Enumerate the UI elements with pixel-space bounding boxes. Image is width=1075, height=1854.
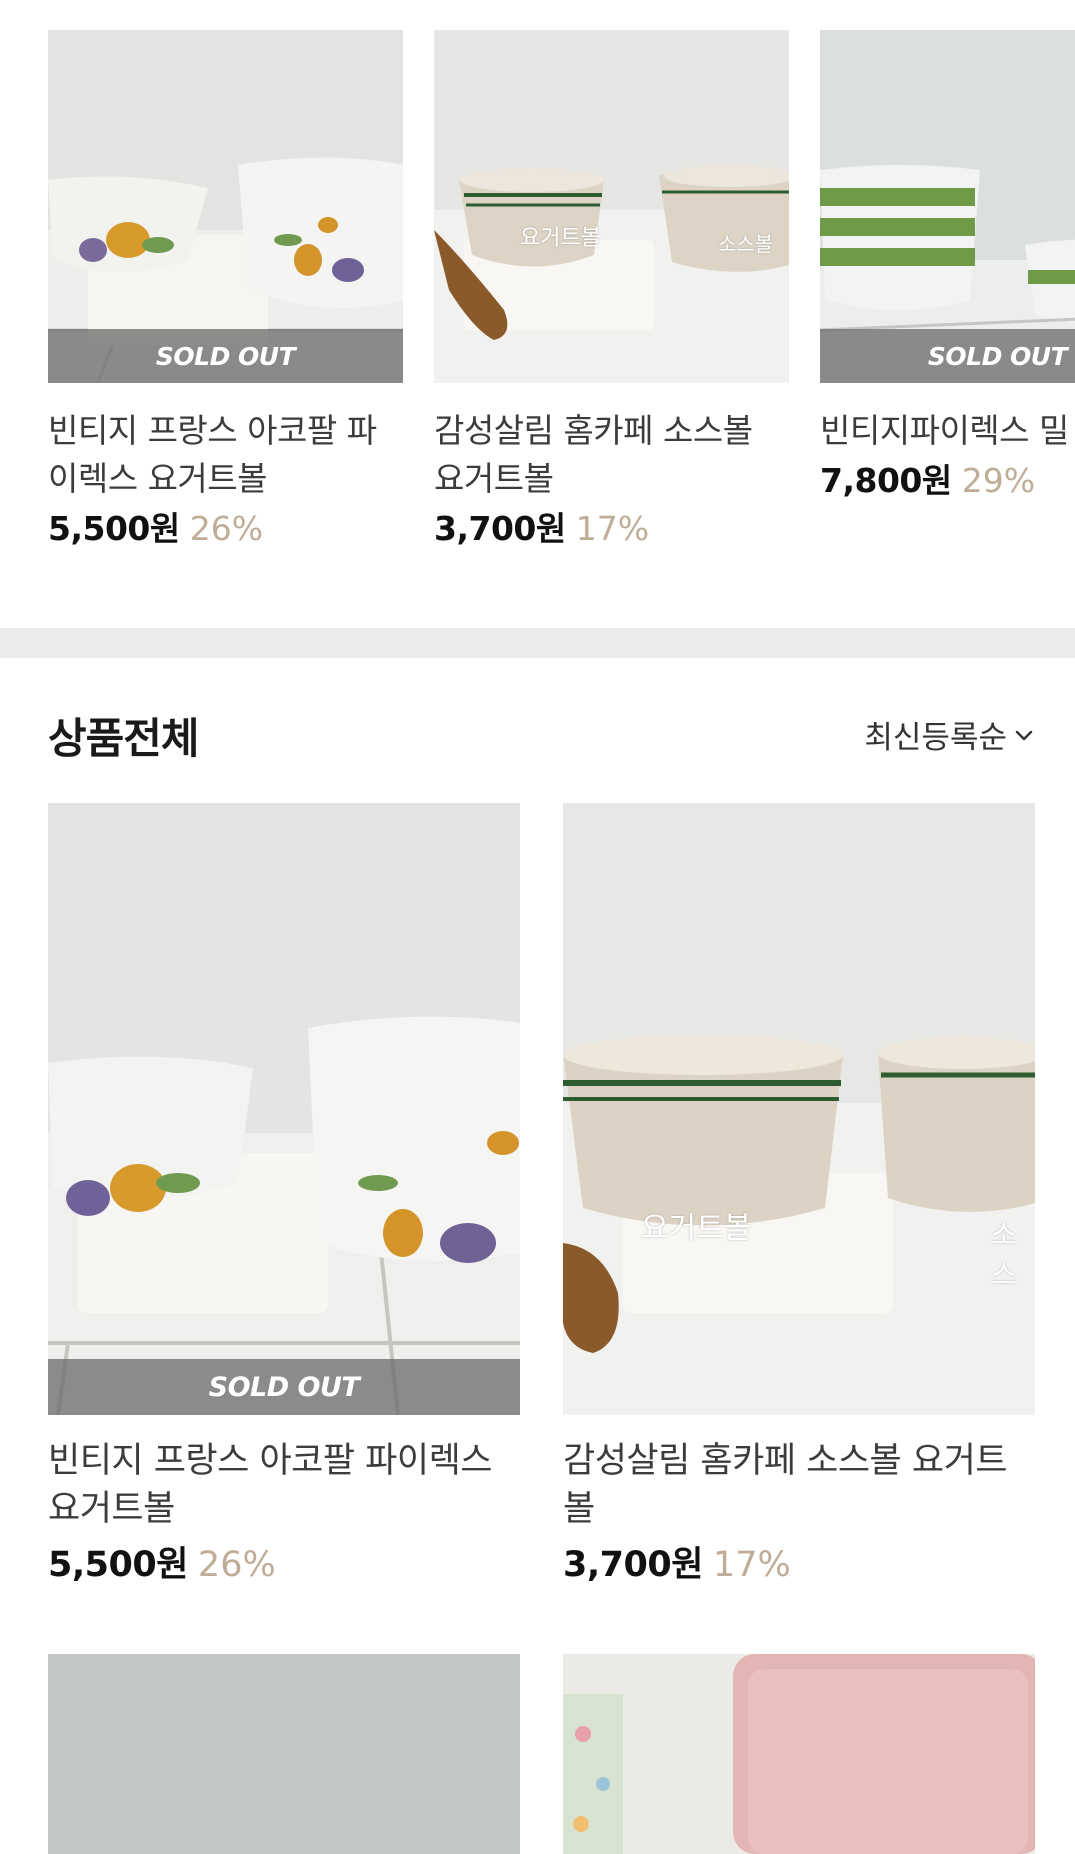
product-image[interactable]: 요거트볼 소스 [563, 803, 1035, 1415]
carousel-product-card[interactable]: 요거트볼 소스볼 감성살림 홈카페 소스볼 요거트볼 3,700원 17% [434, 30, 789, 553]
product-image[interactable] [48, 1654, 520, 1854]
product-card[interactable]: 요거트볼 소스 감성살림 홈카페 소스볼 요거트볼 3,700원 17% [563, 803, 1035, 1589]
related-products-carousel[interactable]: SOLD OUT 빈티지 프랑스 아코팔 파이렉스 요거트볼 5,500원 26% [0, 0, 1075, 628]
product-price: 5,500원 [48, 509, 180, 548]
price-row: 5,500원 26% [48, 1541, 520, 1589]
product-photo [48, 1654, 520, 1854]
discount-rate: 26% [197, 1545, 276, 1585]
price-row: 5,500원 26% [48, 505, 403, 553]
product-image[interactable]: 요거트볼 소스볼 [434, 30, 789, 383]
product-title[interactable]: 빈티지 프랑스 아코팔 파이렉스 요거트볼 [48, 407, 403, 503]
sold-out-badge: SOLD OUT [48, 1359, 520, 1415]
image-label-sauce: 소스 [991, 1218, 1017, 1291]
image-label-yogurt: 요거트볼 [641, 1211, 752, 1246]
product-title[interactable]: 감성살림 홈카페 소스볼 요거트볼 [563, 1437, 1035, 1533]
price-row: 7,800원 29% [820, 457, 1075, 505]
image-label-sauce: 소스볼 [718, 232, 774, 256]
product-price: 3,700원 [563, 1545, 703, 1585]
product-photo [563, 1654, 1035, 1854]
section-divider [0, 628, 1075, 658]
image-label-yogurt: 요거트볼 [520, 226, 601, 251]
sold-out-badge: SOLD OUT [48, 329, 403, 383]
price-row: 3,700원 17% [434, 505, 789, 553]
product-photo [48, 803, 520, 1415]
product-image[interactable]: SOLD OUT [48, 803, 520, 1415]
product-price: 3,700원 [434, 509, 566, 548]
chevron-down-icon [1015, 730, 1033, 740]
discount-rate: 29% [961, 461, 1036, 500]
discount-rate: 17% [712, 1545, 791, 1585]
carousel-product-card[interactable]: SOLD OUT 빈티지파이렉스 밀 7,800원 29% [820, 30, 1075, 505]
discount-rate: 26% [189, 509, 264, 548]
product-image[interactable]: SOLD OUT [820, 30, 1075, 383]
product-title[interactable]: 감성살림 홈카페 소스볼 요거트볼 [434, 407, 789, 503]
product-card[interactable]: SOLD OUT 빈티지 프랑스 아코팔 파이렉스 요거트볼 5,500원 26% [48, 803, 520, 1589]
sort-dropdown[interactable]: 최신등록순 [864, 712, 1035, 757]
section-title: 상품전체 [48, 714, 200, 763]
price-row: 3,700원 17% [563, 1541, 1035, 1589]
product-card[interactable] [563, 1654, 1035, 1854]
product-price: 7,800원 [820, 461, 952, 500]
product-image[interactable] [563, 1654, 1035, 1854]
product-title[interactable]: 빈티지 프랑스 아코팔 파이렉스 요거트볼 [48, 1437, 520, 1533]
product-title[interactable]: 빈티지파이렉스 밀 [820, 407, 1075, 455]
sold-out-badge: SOLD OUT [820, 329, 1075, 383]
sort-label: 최신등록순 [864, 720, 1007, 756]
product-photo [563, 803, 1035, 1415]
product-image[interactable]: SOLD OUT [48, 30, 403, 383]
product-card[interactable] [48, 1654, 520, 1854]
carousel-product-card[interactable]: SOLD OUT 빈티지 프랑스 아코팔 파이렉스 요거트볼 5,500원 26% [48, 30, 403, 553]
product-price: 5,500원 [48, 1545, 188, 1585]
discount-rate: 17% [575, 509, 650, 548]
product-photo [434, 30, 789, 383]
